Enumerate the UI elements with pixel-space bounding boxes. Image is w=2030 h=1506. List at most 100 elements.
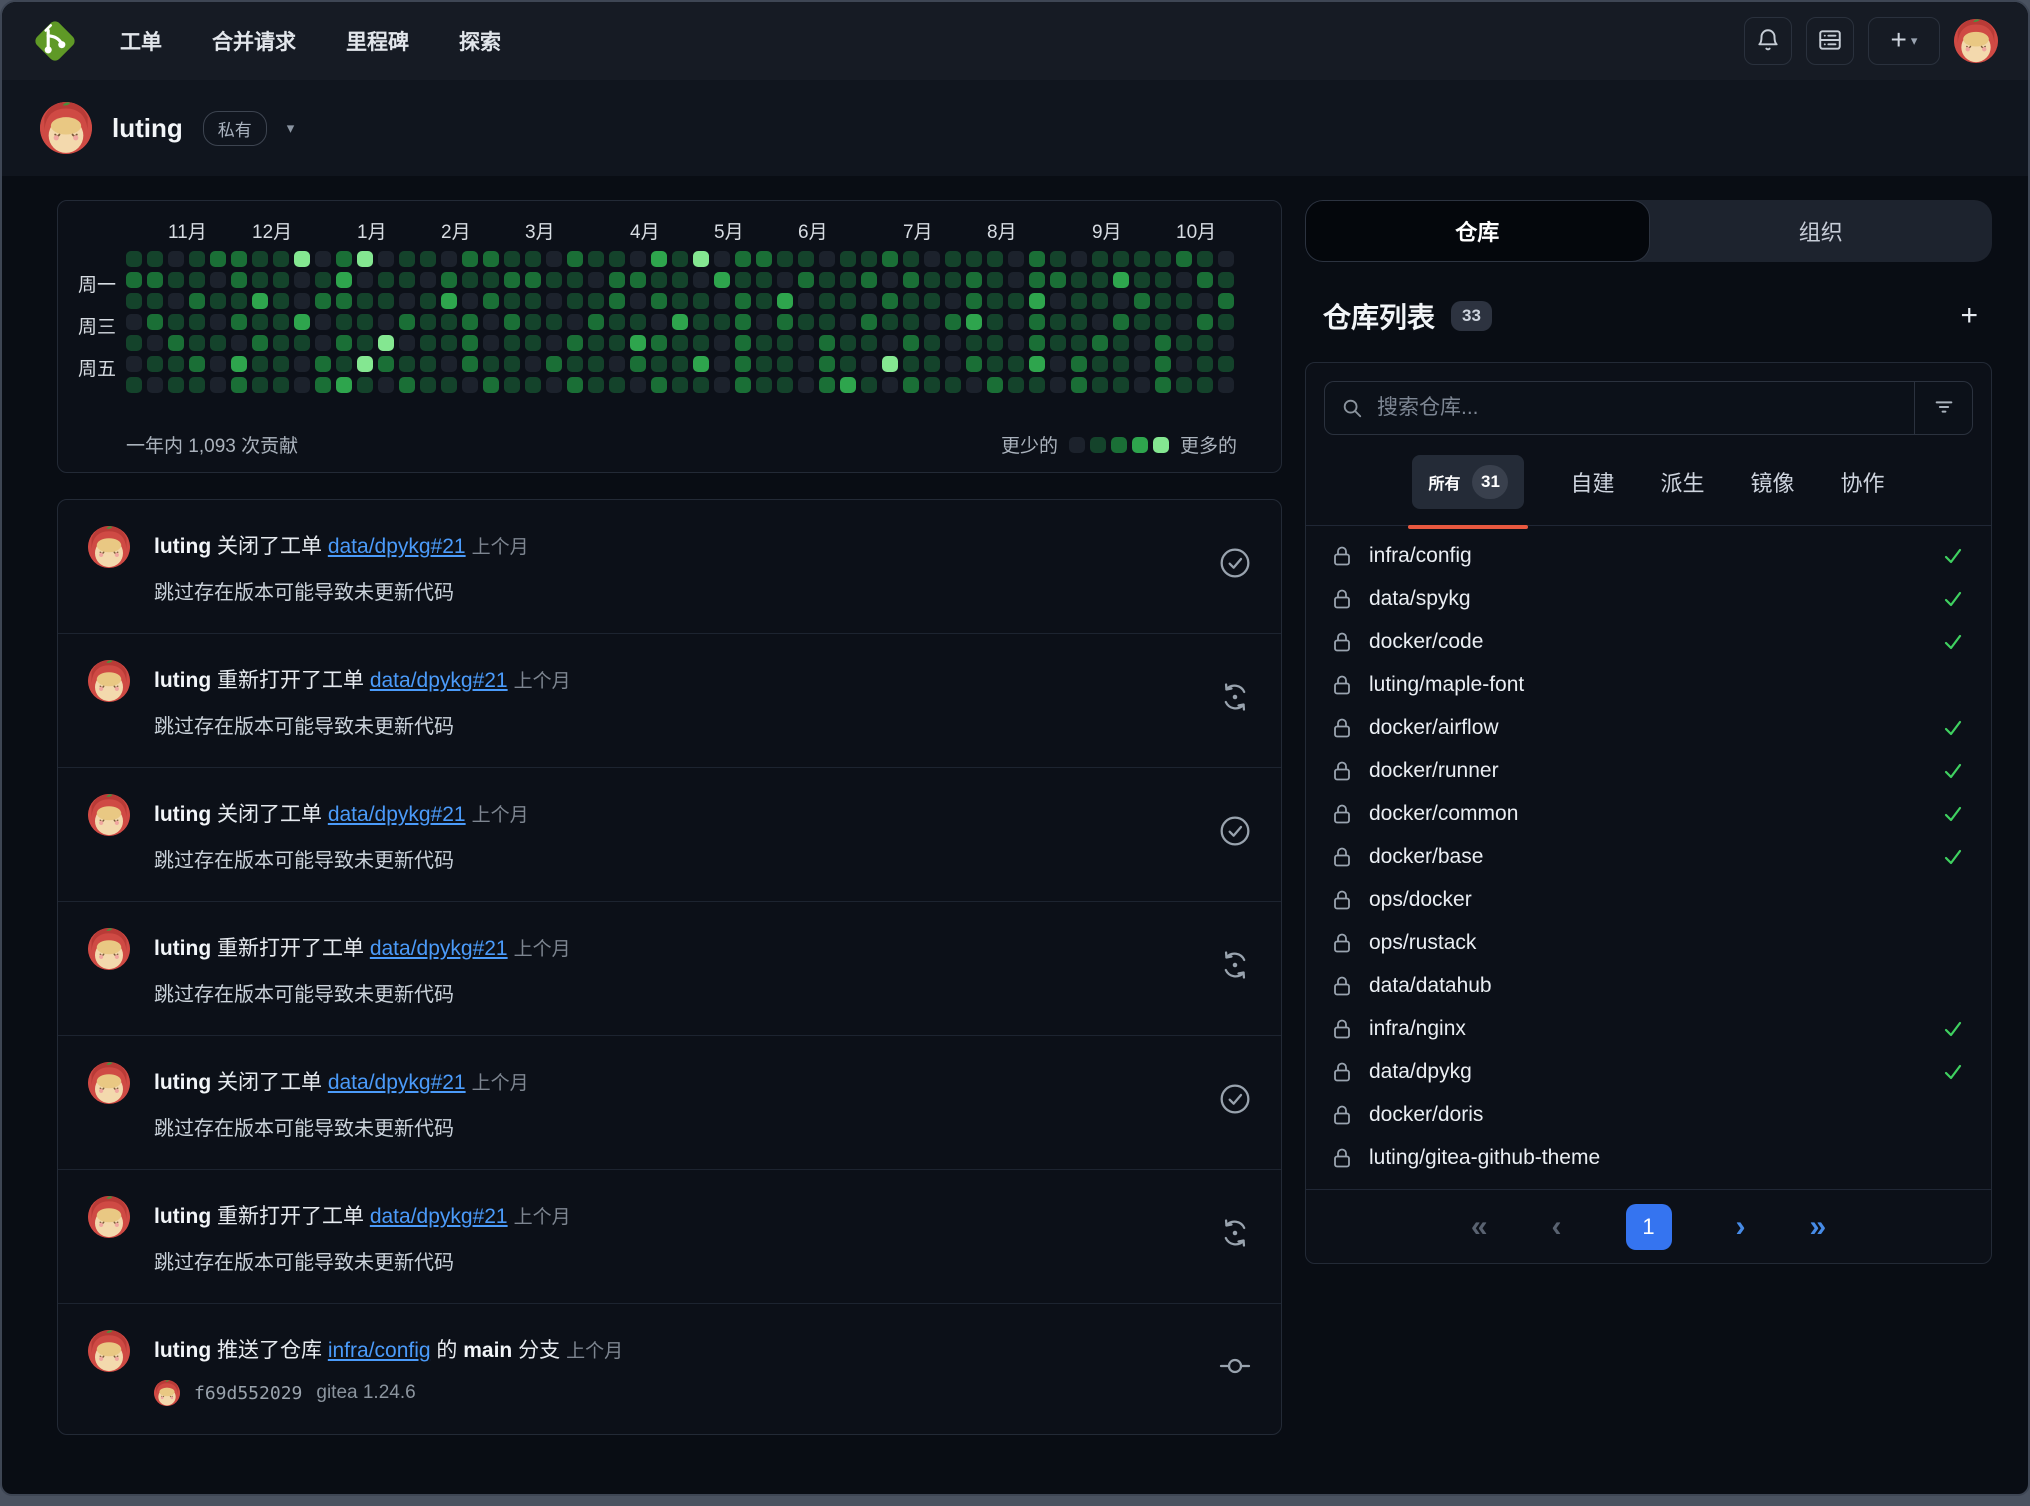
repo-item[interactable]: infra/nginx (1306, 1007, 1991, 1050)
repo-name[interactable]: data/dpykg (1369, 1060, 1472, 1084)
feed-actor[interactable]: luting (154, 1071, 211, 1094)
heatmap-cell (1176, 272, 1192, 288)
repo-name[interactable]: infra/nginx (1369, 1017, 1466, 1041)
repo-item[interactable]: luting/maple-font (1306, 663, 1991, 706)
repo-item[interactable]: data/spykg (1306, 577, 1991, 620)
feed-avatar[interactable] (88, 794, 130, 836)
branch-name[interactable]: main (463, 1339, 512, 1362)
page-next-button[interactable]: › (1736, 1212, 1746, 1242)
heatmap-cell (882, 251, 898, 267)
heatmap-cell (735, 377, 751, 393)
repo-item[interactable]: docker/runner (1306, 749, 1991, 792)
admin-panel-button[interactable] (1806, 17, 1854, 65)
repo-name[interactable]: data/datahub (1369, 974, 1492, 998)
feed-actor[interactable]: luting (154, 1205, 211, 1228)
feed-actor[interactable]: luting (154, 669, 211, 692)
feed-link[interactable]: data/dpykg#21 (328, 1071, 466, 1094)
commit-hash[interactable]: f69d552029 (194, 1383, 302, 1404)
repo-item[interactable]: ops/docker (1306, 878, 1991, 921)
tab-repositories[interactable]: 仓库 (1305, 200, 1650, 262)
repo-search-input[interactable] (1375, 395, 1914, 421)
feed-avatar[interactable] (88, 1330, 130, 1372)
repo-name[interactable]: data/spykg (1369, 587, 1471, 611)
tab-organizations[interactable]: 组织 (1650, 200, 1993, 262)
repo-item[interactable]: docker/base (1306, 835, 1991, 878)
heatmap-cell (693, 251, 709, 267)
repo-item[interactable]: data/datahub (1306, 964, 1991, 1007)
feed-actor[interactable]: luting (154, 1339, 211, 1362)
feed-avatar[interactable] (88, 928, 130, 970)
feed-link[interactable]: data/dpykg#21 (370, 937, 508, 960)
repo-item[interactable]: ops/rustack (1306, 921, 1991, 964)
gitea-logo-icon[interactable] (32, 18, 78, 64)
repo-name[interactable]: docker/airflow (1369, 716, 1499, 740)
repo-item[interactable]: docker/airflow (1306, 706, 1991, 749)
feed-avatar[interactable] (88, 660, 130, 702)
repo-item[interactable]: docker/code (1306, 620, 1991, 663)
feed-action: 关闭了工单 (211, 535, 328, 558)
heatmap-day-label: 周三 (58, 312, 116, 339)
repo-name[interactable]: ops/rustack (1369, 931, 1476, 955)
repo-item[interactable]: data/dpykg (1306, 1050, 1991, 1093)
user-avatar[interactable] (1954, 19, 1998, 63)
profile-dropdown-caret[interactable]: ▾ (287, 119, 295, 137)
page-last-button[interactable]: » (1810, 1212, 1827, 1242)
repo-name[interactable]: docker/runner (1369, 759, 1499, 783)
repo-name[interactable]: docker/doris (1369, 1103, 1483, 1127)
feed-avatar[interactable] (88, 1062, 130, 1104)
nav-item-issues[interactable]: 工单 (120, 26, 162, 56)
heatmap-cell (882, 335, 898, 351)
notifications-button[interactable] (1744, 17, 1792, 65)
heatmap-footer: 一年内 1,093 次贡献 更少的 更多的 (126, 431, 1237, 458)
add-repo-button[interactable]: + (1952, 301, 1986, 331)
create-new-button[interactable]: + ▾ (1868, 17, 1940, 65)
heatmap-cell (126, 335, 142, 351)
repo-name[interactable]: docker/common (1369, 802, 1518, 826)
profile-avatar[interactable] (40, 102, 92, 154)
heatmap-cell (798, 335, 814, 351)
repo-name[interactable]: luting/gitea-github-theme (1369, 1146, 1600, 1170)
heatmap-cell (378, 293, 394, 309)
repo-name[interactable]: docker/base (1369, 845, 1483, 869)
feed-link[interactable]: data/dpykg#21 (370, 669, 508, 692)
page-first-button[interactable]: « (1471, 1212, 1488, 1242)
repo-name[interactable]: infra/config (1369, 544, 1472, 568)
feed-link[interactable]: data/dpykg#21 (328, 803, 466, 826)
heatmap-cell (1197, 272, 1213, 288)
filter-tab-collaborative[interactable]: 协作 (1841, 466, 1885, 498)
repo-name[interactable]: docker/code (1369, 630, 1483, 654)
heatmap-cell (252, 314, 268, 330)
heatmap-cell (672, 356, 688, 372)
heatmap-cell (168, 335, 184, 351)
feed-actor[interactable]: luting (154, 937, 211, 960)
feed-link[interactable]: data/dpykg#21 (328, 535, 466, 558)
filter-tab-forks[interactable]: 派生 (1660, 466, 1704, 498)
feed-timestamp: 上个月 (472, 537, 529, 558)
repo-name[interactable]: ops/docker (1369, 888, 1472, 912)
nav-item-milestones[interactable]: 里程碑 (346, 26, 409, 56)
filter-tab-mirrors[interactable]: 镜像 (1751, 466, 1795, 498)
nav-item-explore[interactable]: 探索 (459, 26, 501, 56)
repo-name[interactable]: luting/maple-font (1369, 673, 1524, 697)
page-current[interactable]: 1 (1626, 1204, 1672, 1250)
page-prev-button[interactable]: ‹ (1552, 1212, 1562, 1242)
heatmap-cell (462, 377, 478, 393)
feed-link[interactable]: infra/config (328, 1339, 431, 1362)
feed-actor[interactable]: luting (154, 535, 211, 558)
feed-actor[interactable]: luting (154, 803, 211, 826)
repo-item[interactable]: luting/gitea-github-theme (1306, 1136, 1991, 1179)
feed-avatar[interactable] (88, 526, 130, 568)
heatmap-cell (1029, 335, 1045, 351)
heatmap-cell (966, 314, 982, 330)
repo-filter-button[interactable] (1914, 382, 1972, 434)
repo-item[interactable]: docker/doris (1306, 1093, 1991, 1136)
feed-link[interactable]: data/dpykg#21 (370, 1205, 508, 1228)
feed-avatar[interactable] (88, 1196, 130, 1238)
repo-item[interactable]: infra/config (1306, 534, 1991, 577)
nav-item-pulls[interactable]: 合并请求 (212, 26, 296, 56)
filter-tab-all[interactable]: 所有 31 (1412, 455, 1524, 509)
heatmap-cell (441, 293, 457, 309)
repo-item[interactable]: docker/common (1306, 792, 1991, 835)
filter-tab-mine[interactable]: 自建 (1570, 466, 1614, 498)
heatmap-cell (273, 335, 289, 351)
